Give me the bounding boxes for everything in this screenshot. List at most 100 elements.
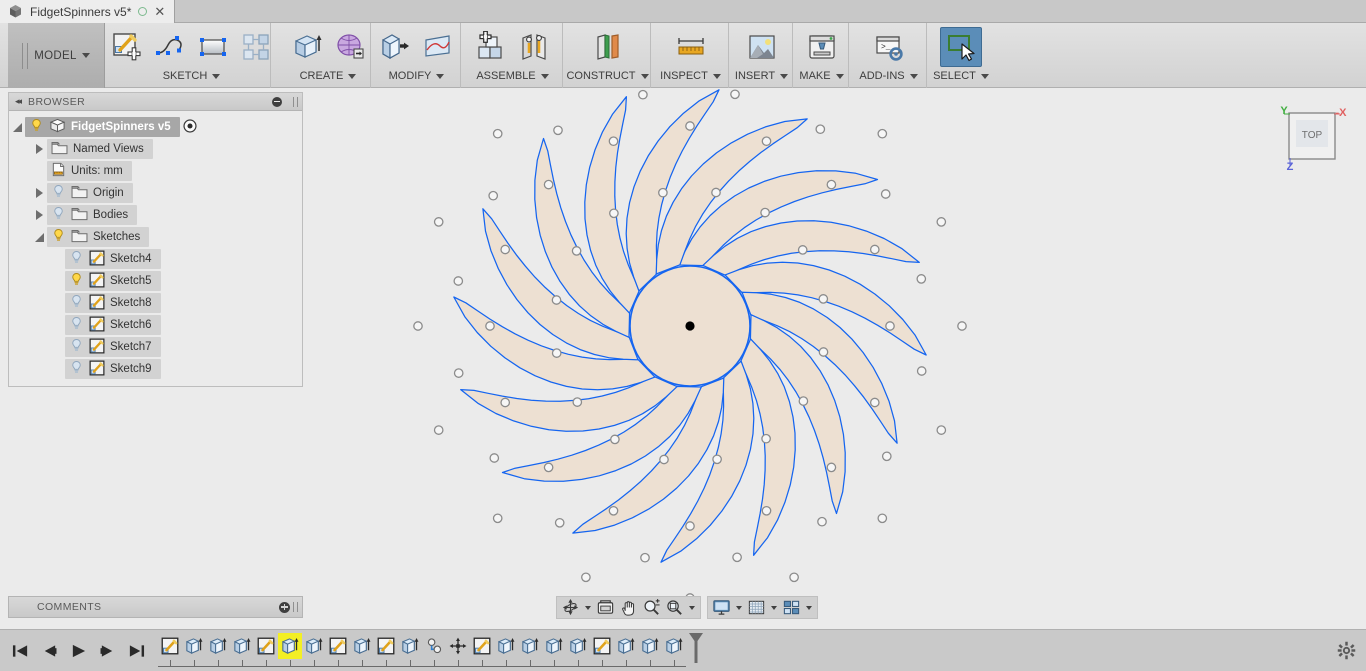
panel-label-select[interactable]: SELECT: [933, 70, 989, 82]
browser-node-sketches[interactable]: Sketches: [9, 226, 302, 248]
spline-icon[interactable]: [149, 27, 191, 67]
sketch-point[interactable]: [827, 180, 835, 188]
panel-label-assemble[interactable]: ASSEMBLE: [476, 70, 548, 82]
timeline-feature-extrude[interactable]: [278, 633, 302, 659]
rectangle-icon[interactable]: [192, 27, 234, 67]
sketch-point[interactable]: [937, 426, 945, 434]
browser-node-bodies[interactable]: Bodies: [9, 204, 302, 226]
sketch-point[interactable]: [816, 125, 824, 133]
panel-label-create[interactable]: CREATE: [300, 70, 357, 82]
sketch-point[interactable]: [554, 126, 562, 134]
sketch-point[interactable]: [494, 514, 502, 522]
timeline-feature-sketch[interactable]: [470, 633, 494, 659]
joint-icon[interactable]: [513, 27, 555, 67]
panel-label-modify[interactable]: MODIFY: [389, 70, 445, 82]
sketch-point[interactable]: [827, 463, 835, 471]
orbit-icon[interactable]: [559, 597, 582, 618]
browser-node-units-mm[interactable]: Units: mm: [9, 160, 302, 182]
sketch-point[interactable]: [958, 322, 966, 330]
sketch-point[interactable]: [686, 522, 694, 530]
sketch-point[interactable]: [731, 90, 739, 98]
sketch-point[interactable]: [609, 137, 617, 145]
panel-label-make[interactable]: MAKE: [799, 70, 843, 82]
timeline-feature-sketch[interactable]: [158, 633, 182, 659]
sketch-point[interactable]: [556, 519, 564, 527]
sketch-point[interactable]: [819, 295, 827, 303]
double-arrow-left-icon[interactable]: ◂◂: [15, 96, 20, 107]
sketch-point[interactable]: [882, 190, 890, 198]
sketch-point[interactable]: [660, 455, 668, 463]
look-at-icon[interactable]: [594, 597, 617, 618]
sketch-point[interactable]: [712, 188, 720, 196]
chevron-down-icon[interactable]: [585, 606, 591, 610]
browser-node-root[interactable]: FidgetSpinners v5: [9, 116, 302, 138]
sketch-point[interactable]: [490, 454, 498, 462]
timeline-feature-joint-origin[interactable]: [422, 633, 446, 659]
timeline-feature-sketch[interactable]: [326, 633, 350, 659]
sketch-point[interactable]: [762, 137, 770, 145]
visibility-toggle[interactable]: [69, 294, 84, 312]
sketch-point[interactable]: [762, 507, 770, 515]
minus-circle-icon[interactable]: [272, 97, 282, 107]
timeline-marker-icon[interactable]: [688, 633, 704, 663]
visibility-toggle[interactable]: [29, 118, 44, 136]
panel-label-construct[interactable]: CONSTRUCT: [566, 70, 648, 82]
sketch-point[interactable]: [486, 322, 494, 330]
browser-node-sketch5[interactable]: Sketch5: [9, 270, 302, 292]
sketch-point[interactable]: [871, 398, 879, 406]
timeline-feature-extrude[interactable]: [638, 633, 662, 659]
sketch-point[interactable]: [799, 246, 807, 254]
zoom-icon[interactable]: [640, 597, 663, 618]
sketch-point[interactable]: [883, 452, 891, 460]
play-icon[interactable]: [68, 641, 88, 661]
expand-arrow-icon[interactable]: [31, 210, 47, 220]
comments-panel[interactable]: COMMENTS: [8, 596, 303, 618]
panel-label-addins[interactable]: ADD-INS: [859, 70, 917, 82]
timeline-feature-extrude[interactable]: [350, 633, 374, 659]
sketch-point[interactable]: [762, 435, 770, 443]
browser-node-sketch6[interactable]: Sketch6: [9, 314, 302, 336]
sketch-point[interactable]: [435, 218, 443, 226]
sketch-point[interactable]: [686, 122, 694, 130]
sketch-point[interactable]: [610, 209, 618, 217]
pan-icon[interactable]: [617, 597, 640, 618]
sketch-point[interactable]: [544, 463, 552, 471]
sketch-point[interactable]: [501, 398, 509, 406]
timeline-feature-extrude[interactable]: [494, 633, 518, 659]
visibility-toggle[interactable]: [69, 250, 84, 268]
new-component-icon[interactable]: [470, 27, 512, 67]
sketch-point[interactable]: [819, 348, 827, 356]
panel-label-inspect[interactable]: INSPECT: [660, 70, 721, 82]
grid-snaps-icon[interactable]: [745, 597, 768, 618]
timeline-feature-extrude[interactable]: [230, 633, 254, 659]
go-to-beginning-icon[interactable]: [10, 641, 30, 661]
sketch-point[interactable]: [641, 554, 649, 562]
visibility-toggle[interactable]: [51, 206, 66, 224]
activate-component-icon[interactable]: [183, 119, 197, 136]
sketch-point[interactable]: [639, 91, 647, 99]
chevron-down-icon[interactable]: [771, 606, 777, 610]
press-pull-icon[interactable]: [374, 27, 416, 67]
browser-node-named-views[interactable]: Named Views: [9, 138, 302, 160]
expand-arrow-icon[interactable]: [9, 123, 25, 132]
sketch-point[interactable]: [454, 277, 462, 285]
expand-arrow-icon[interactable]: [31, 233, 47, 242]
timeline-feature-extrude[interactable]: [206, 633, 230, 659]
select-window-icon[interactable]: [940, 27, 982, 67]
browser-node-sketch9[interactable]: Sketch9: [9, 358, 302, 380]
sketch-point[interactable]: [761, 208, 769, 216]
sketch-point[interactable]: [489, 192, 497, 200]
timeline-feature-extrude[interactable]: [302, 633, 326, 659]
timeline-feature-extrude[interactable]: [542, 633, 566, 659]
sketch-point[interactable]: [611, 435, 619, 443]
panel-label-sketch[interactable]: SKETCH: [163, 70, 221, 82]
visibility-toggle[interactable]: [69, 316, 84, 334]
sketch-point[interactable]: [544, 180, 552, 188]
sketch-point[interactable]: [799, 397, 807, 405]
sketch-point[interactable]: [871, 245, 879, 253]
sketch-point[interactable]: [573, 398, 581, 406]
viewports-icon[interactable]: [780, 597, 803, 618]
sketch-point[interactable]: [455, 369, 463, 377]
sketch-point[interactable]: [713, 455, 721, 463]
browser-node-origin[interactable]: Origin: [9, 182, 302, 204]
